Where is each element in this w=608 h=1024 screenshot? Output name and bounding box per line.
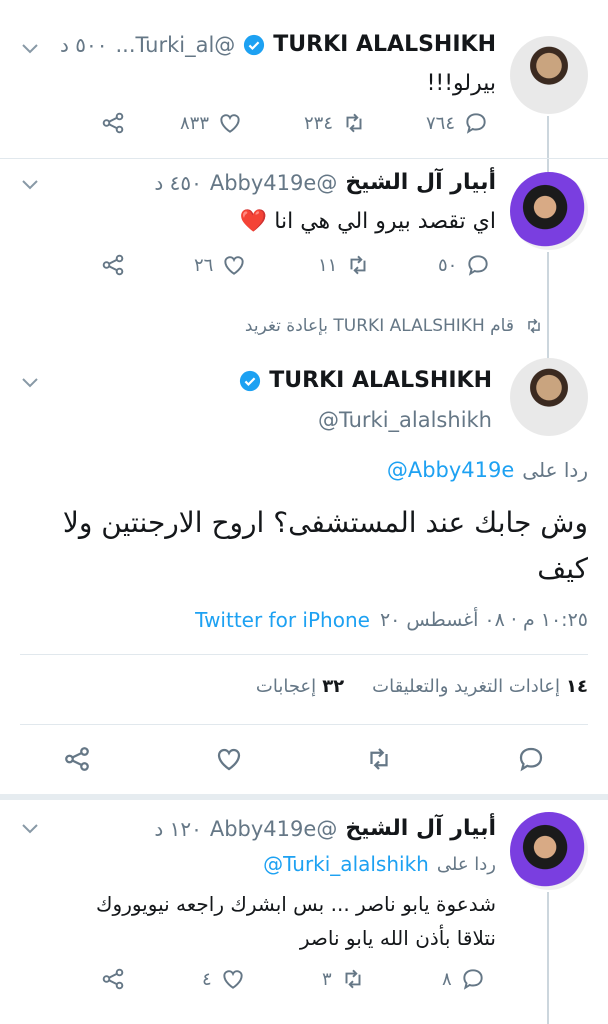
divider [20, 654, 588, 655]
reply-icon[interactable] [516, 744, 546, 774]
tweet-text: بيرلو!!! [426, 71, 496, 96]
reply-icon [466, 113, 486, 134]
heart-icon [223, 970, 243, 989]
like-count: ٢٦ [194, 254, 214, 276]
share-action[interactable] [100, 110, 126, 136]
retweet-icon [528, 318, 540, 334]
main-tweet-text: وش جابك عند المستشفى؟ اروح الارجنتين ولا… [62, 506, 588, 585]
share-icon[interactable] [62, 744, 92, 774]
divider [20, 724, 588, 725]
retweet-icon [346, 113, 362, 133]
thread-line [547, 892, 549, 1024]
share-icon [102, 112, 124, 134]
reply-to-link[interactable]: @Abby419e [387, 458, 514, 482]
reply-prefix: ردا على [436, 853, 496, 875]
share-icon [102, 968, 124, 990]
author-handle[interactable]: @Abby419e [210, 171, 337, 195]
reply-icon [463, 969, 483, 990]
retweet-count: ١١ [318, 254, 338, 276]
tweet-text-line: نتلاقا بأذن الله يابو ناصر [299, 926, 496, 950]
retweet-count: ٢٣٤ [304, 112, 334, 134]
avatar[interactable] [510, 172, 588, 250]
like-count: ٤ [202, 968, 212, 990]
author-name[interactable]: TURKI ALALSHIKH [273, 32, 496, 57]
retweet-action[interactable]: ٣ [322, 966, 366, 992]
retweet-icon[interactable] [364, 744, 394, 774]
tweet-client-link[interactable]: Twitter for iPhone [195, 608, 370, 632]
retweet-action[interactable]: ١١ [318, 252, 371, 278]
tweet-header: TURKI ALALSHIKH @Turki_al... ٥٠٠ د [60, 32, 496, 57]
retweet-icon [345, 969, 361, 989]
like-count: ٨٣٣ [180, 112, 210, 134]
tweet-text: اي تقصد بيرو الي هي انا ❤️ [239, 209, 496, 234]
tweet-time: ٤٥٠ د [154, 170, 202, 195]
thread-line [547, 116, 549, 172]
share-action[interactable] [100, 966, 126, 992]
retweets-count: ١٤ [566, 676, 588, 697]
like-action[interactable]: ٢٦ [194, 252, 247, 278]
reply-count: ٥٠ [438, 254, 458, 276]
retweets-stat[interactable]: ١٤ إعادات التغريد والتعليقات [372, 676, 588, 697]
tweet-meta: ١٠:٢٥ م · ٠٨ أغسطس ٢٠ Twitter for iPhone [195, 608, 588, 632]
verified-icon [240, 370, 261, 391]
tweet-header: أبيار آل الشيخ @Abby419e ٤٥٠ د [154, 170, 496, 195]
verified-icon [244, 34, 265, 55]
avatar[interactable] [510, 358, 588, 436]
reply-count: ٨ [442, 968, 452, 990]
author-name[interactable]: أبيار آل الشيخ [345, 170, 496, 195]
retweet-icon [350, 255, 366, 275]
tweet-timestamp: ١٠:٢٥ م · ٠٨ أغسطس ٢٠ [379, 609, 588, 631]
like-action[interactable]: ٤ [202, 966, 246, 992]
avatar[interactable] [510, 812, 588, 890]
author-handle[interactable]: @Turki_alalshikh [318, 408, 492, 432]
author-name[interactable]: أبيار آل الشيخ [345, 816, 496, 841]
share-action[interactable] [100, 252, 126, 278]
tweet-stats: ١٤ إعادات التغريد والتعليقات ٣٢ إعجابات [256, 676, 588, 697]
tweet-time: ١٢٠ د [154, 816, 202, 841]
author-handle[interactable]: @Abby419e [210, 817, 337, 841]
retweets-label: إعادات التغريد والتعليقات [372, 676, 561, 697]
tweet-header: أبيار آل الشيخ @Abby419e ١٢٠ د [154, 816, 496, 841]
retweet-action[interactable]: ٢٣٤ [304, 110, 367, 136]
tweet-time: ٥٠٠ د [59, 32, 108, 57]
reply-action[interactable]: ٧٦٤ [426, 110, 489, 136]
chevron-down-icon[interactable] [18, 172, 42, 196]
reply-action[interactable]: ٨ [442, 966, 486, 992]
heart-icon[interactable] [214, 744, 244, 774]
like-action[interactable]: ٨٣٣ [180, 110, 243, 136]
reply-prefix: ردا على [522, 458, 588, 482]
heart-icon [224, 256, 244, 275]
reply-action[interactable]: ٥٠ [438, 252, 491, 278]
likes-label: إعجابات [255, 676, 317, 697]
tweet-header: TURKI ALALSHIKH [239, 368, 492, 393]
retweet-note[interactable]: قام TURKI ALALSHIKH بإعادة تغريد [245, 316, 544, 336]
reply-count: ٧٦٤ [426, 112, 456, 134]
share-icon [102, 254, 124, 276]
retweet-count: ٣ [322, 968, 332, 990]
divider [0, 794, 608, 800]
chevron-down-icon[interactable] [18, 370, 42, 394]
retweet-note-text: قام TURKI ALALSHIKH بإعادة تغريد [244, 316, 514, 336]
avatar[interactable] [510, 36, 588, 114]
reply-to-link[interactable]: @Turki_alalshikh [263, 852, 429, 876]
author-name[interactable]: TURKI ALALSHIKH [269, 368, 492, 393]
likes-stat[interactable]: ٣٢ إعجابات [256, 676, 344, 697]
heart-icon [220, 114, 240, 133]
chevron-down-icon[interactable] [18, 36, 42, 60]
thread-line [547, 252, 549, 364]
chevron-down-icon[interactable] [18, 816, 42, 840]
reply-icon [468, 255, 488, 276]
reply-context: ردا على @Abby419e [387, 458, 588, 482]
likes-count: ٣٢ [322, 676, 345, 697]
author-handle[interactable]: @Turki_al... [115, 33, 235, 57]
tweet-text-line: شدعوة يابو ناصر ... بس ابشرك راجعه نيويو… [96, 892, 496, 916]
divider [0, 158, 608, 159]
reply-context: ردا على @Turki_alalshikh [263, 852, 496, 876]
